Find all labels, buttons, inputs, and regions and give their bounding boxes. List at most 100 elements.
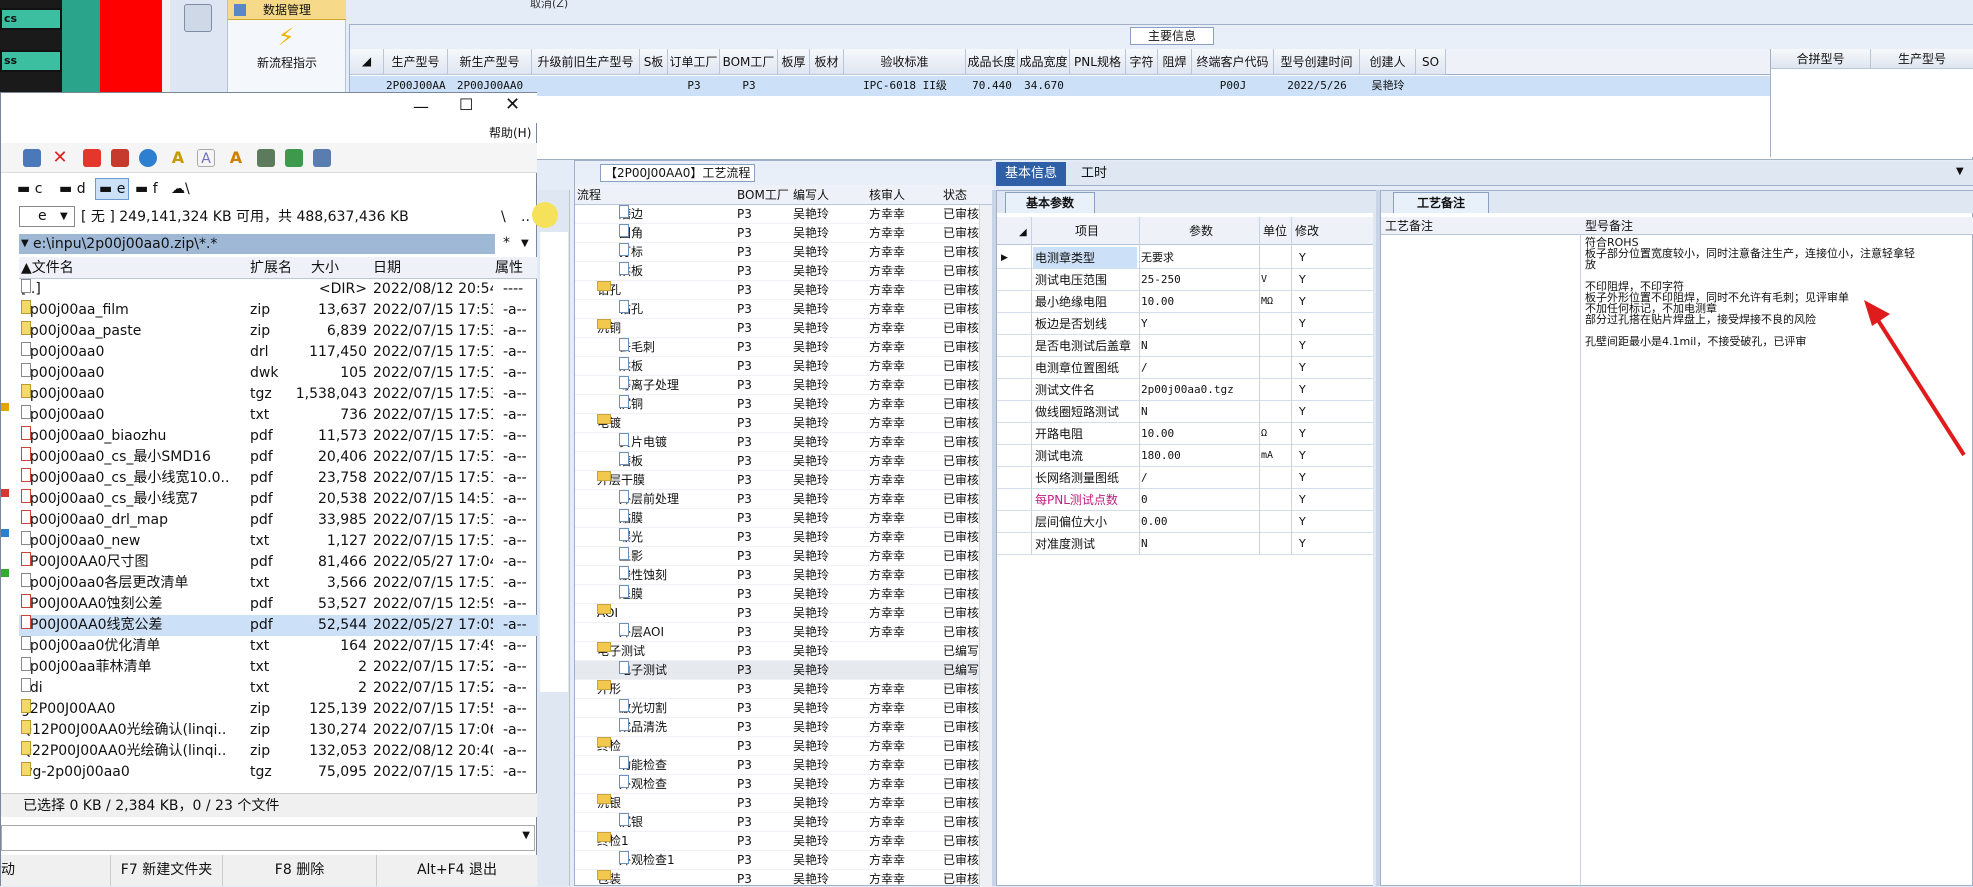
process-row[interactable]: 外观检查1 P3 吴艳玲 方幸幸 已审核 (575, 851, 990, 870)
param-row[interactable]: 层间偏位大小 0.00 Y (997, 511, 1373, 533)
process-row[interactable]: 沉铜 P3 吴艳玲 方幸幸 已审核 (575, 395, 990, 414)
param-row[interactable]: 测试电压范围 25-250 V Y (997, 269, 1373, 291)
filter-star[interactable]: * (503, 235, 510, 251)
file-row[interactable]: 2p00j00aa0优化清单 txt 164 2022/07/15 17:49 -a-- (19, 636, 555, 657)
delete-icon[interactable]: ✕ (51, 149, 69, 167)
main-col-6[interactable]: 板厚 (778, 49, 810, 75)
process-row[interactable]: 曝光 P3 吴艳玲 方幸幸 已审核 (575, 528, 990, 547)
tab-basic-info[interactable]: 基本信息 (996, 162, 1066, 186)
file-row[interactable]: [..] <DIR> 2022/08/12 20:54 ---- (19, 279, 555, 300)
file-row[interactable]: wg-2p00j00aa0 tgz 75,095 2022/07/15 17:53 -a… (19, 762, 555, 783)
process-row[interactable]: −终检1 P3 吴艳玲 方幸幸 已审核 (575, 832, 990, 851)
tab-craft-notes[interactable]: 工艺备注 (1393, 192, 1489, 213)
side-col-prod-model[interactable]: 生产型号 (1871, 49, 1973, 69)
param-row[interactable]: 电测章位置图纸 / Y (997, 357, 1373, 379)
main-col-16[interactable]: 创建人 (1360, 49, 1416, 75)
process-row[interactable]: 贴膜 P3 吴艳玲 方幸幸 已审核 (575, 509, 990, 528)
data-mgmt-button[interactable]: 数据管理 (228, 0, 346, 20)
main-col-15[interactable]: 型号创建时间 (1274, 49, 1360, 75)
drive-c[interactable]: ▬ c (17, 177, 42, 201)
process-row[interactable]: 等离子处理 P3 吴艳玲 方幸幸 已审核 (575, 376, 990, 395)
file-row[interactable]: 2p00j00aa0_new txt 1,127 2022/07/15 17:51 -a… (19, 531, 555, 552)
process-row[interactable]: 沉银 P3 吴艳玲 方幸幸 已审核 (575, 813, 990, 832)
new-flow-button[interactable]: 新流程指示 (228, 54, 346, 72)
process-row[interactable]: 显影 P3 吴艳玲 方幸幸 已审核 (575, 547, 990, 566)
fkey-exit[interactable]: Alt+F4 退出 (377, 855, 537, 886)
col-ext[interactable]: 扩展名 (250, 257, 292, 279)
file-row[interactable]: 2p00j00aa0各层更改清单 txt 3,566 2022/07/15 17:51… (19, 573, 555, 594)
param-row[interactable]: 开路电阻 10.00 Ω Y (997, 423, 1373, 445)
file-row[interactable]: 2P00J00AA0尺寸图 pdf 81,466 2022/05/27 17:04 -a… (19, 552, 555, 573)
param-row[interactable]: 长网络测量图纸 / Y (997, 467, 1373, 489)
tab-menu-chevron-icon[interactable]: ▼ (1956, 166, 1964, 177)
calculator-icon[interactable] (184, 4, 212, 32)
file-row[interactable]: Q12P00J00AA0光绘确认(linqi.. zip 130,274 2022/0… (19, 720, 555, 741)
file-row[interactable]: 2p00j00aa菲林清单 txt 2 2022/07/15 17:52 -a-- (19, 657, 555, 678)
param-row[interactable]: 做线圈短路测试 N Y (997, 401, 1373, 423)
process-row[interactable]: −电镀P3 吴艳玲 方幸幸 已审核 (575, 414, 990, 433)
pcol-reviewer[interactable]: 核审人 (869, 185, 905, 205)
parent-button[interactable]: .. (521, 205, 530, 229)
process-row[interactable]: −沉铜P3 吴艳玲 方幸幸 已审核 (575, 319, 990, 338)
process-row[interactable]: −包装P3 吴艳玲 方幸幸 已审核 (575, 870, 990, 887)
main-col-17[interactable]: SO (1416, 49, 1446, 75)
main-col-8[interactable]: 验收标准 (844, 49, 966, 75)
users-icon[interactable] (257, 149, 275, 167)
col-attr[interactable]: 属性 (495, 257, 523, 279)
file-row[interactable]: 2P00J00AA0线宽公差 pdf 52,544 2022/05/27 17:05-… (19, 615, 555, 636)
fm-command-line[interactable]: ▼ (1, 825, 535, 851)
file-row[interactable]: 2p00j00aa0 drl 117,450 2022/07/15 17:51 -a-- (19, 342, 555, 363)
main-col-12[interactable]: 字符 (1126, 49, 1158, 75)
process-row[interactable]: −电子测试 P3 吴艳玲 已编写 (575, 642, 990, 661)
fkey-delete[interactable]: F8 删除 (223, 855, 377, 886)
pdf-icon[interactable] (111, 149, 129, 167)
minimize-icon[interactable]: — (413, 97, 429, 116)
process-row[interactable]: −沉银P3 吴艳玲 方幸幸 已审核 (575, 794, 990, 813)
process-row[interactable]: 功能检查 P3 吴艳玲 方幸幸 已审核 (575, 756, 990, 775)
main-col-2[interactable]: 升级前旧生产型号 (532, 49, 640, 75)
file-row[interactable]: 2p00j00aa0 tgz 1,538,043 2022/07/15 17:53 -a… (19, 384, 555, 405)
close-icon[interactable]: ✕ (505, 94, 520, 115)
process-row[interactable]: 外层AOI P3 吴艳玲 方幸幸 已审核 (575, 623, 990, 642)
process-row[interactable]: 钻孔 P3 吴艳玲 方幸幸 已审核 (575, 300, 990, 319)
pcol-mod[interactable]: 修改 (1291, 217, 1323, 245)
pcol-unit[interactable]: 单位 (1261, 217, 1289, 245)
drive-network[interactable]: ☁\ (171, 177, 190, 201)
process-row[interactable]: 烘板 P3 吴艳玲 方幸幸 已审核 (575, 357, 990, 376)
process-row[interactable]: 打标 P3 吴艳玲 方幸幸 已审核 (575, 243, 990, 262)
process-row[interactable]: 圆角 P3 吴艳玲 方幸幸 已审核 (575, 224, 990, 243)
process-row[interactable]: 负片电镀 P3 吴艳玲 方幸幸 已审核 (575, 433, 990, 452)
file-row[interactable]: 2p00j00aa_paste zip 6,839 2022/07/15 17:53-… (19, 321, 555, 342)
file-row[interactable]: 2p00j00aa0_cs_最小线宽10.0.. pdf 23,758 2022/07… (19, 468, 555, 489)
file-row[interactable]: 2p00j00aa0 dwk 105 2022/07/15 17:51 -a-- (19, 363, 555, 384)
file-row[interactable]: Q22P00J00AA0光绘确认(linqi.. zip 132,053 2022/0… (19, 741, 555, 762)
col-size[interactable]: 大小 (311, 257, 339, 279)
pcol-author[interactable]: 编写人 (793, 185, 829, 205)
param-row[interactable]: 是否电测试后盖章 N Y (997, 335, 1373, 357)
main-col-1[interactable]: 新生产型号 (448, 49, 532, 75)
file-row[interactable]: ddi txt 2 2022/07/15 17:52 -a-- (19, 678, 555, 699)
drive-d[interactable]: ▬ d (59, 177, 86, 201)
color-icon[interactable] (83, 149, 101, 167)
fkey-move[interactable]: 动 (1, 855, 111, 886)
process-row[interactable]: −钻孔P3 吴艳玲 方幸幸 已审核 (575, 281, 990, 300)
main-col-3[interactable]: S板 (640, 49, 668, 75)
param-row[interactable]: 对准度测试 N Y (997, 533, 1373, 555)
pcol-flow[interactable]: 流程 (577, 185, 601, 205)
pcol-item[interactable]: 项目 (1037, 217, 1137, 245)
drive-select[interactable]: e ▼ (19, 206, 75, 227)
file-row[interactable]: g2P00J00AA0 zip 125,139 2022/07/15 17:55 -a-… (19, 699, 555, 720)
drive-e[interactable]: ▬ e (95, 178, 130, 200)
fkey-newfolder[interactable]: F7 新建文件夹 (111, 855, 223, 886)
main-col-14[interactable]: 终端客户代码 (1192, 49, 1274, 75)
process-row[interactable]: 外层前处理 P3 吴艳玲 方幸幸 已审核 (575, 490, 990, 509)
process-row[interactable]: −外层干膜 P3 吴艳玲 方幸幸 已审核 (575, 471, 990, 490)
param-row[interactable]: 每PNL测试点数 0 Y (997, 489, 1373, 511)
file-row[interactable]: 2p00j00aa0_cs_最小SMD16 pdf 20,406 2022/07/15… (19, 447, 555, 468)
main-col-0[interactable]: 生产型号 (384, 49, 448, 75)
main-col-9[interactable]: 成品长度 (966, 49, 1018, 75)
drive-f[interactable]: ▬ f (135, 177, 158, 201)
edit-icon[interactable]: A (227, 149, 245, 167)
craft-notes-area[interactable] (1381, 235, 1581, 887)
text-icon[interactable]: A (197, 149, 215, 167)
